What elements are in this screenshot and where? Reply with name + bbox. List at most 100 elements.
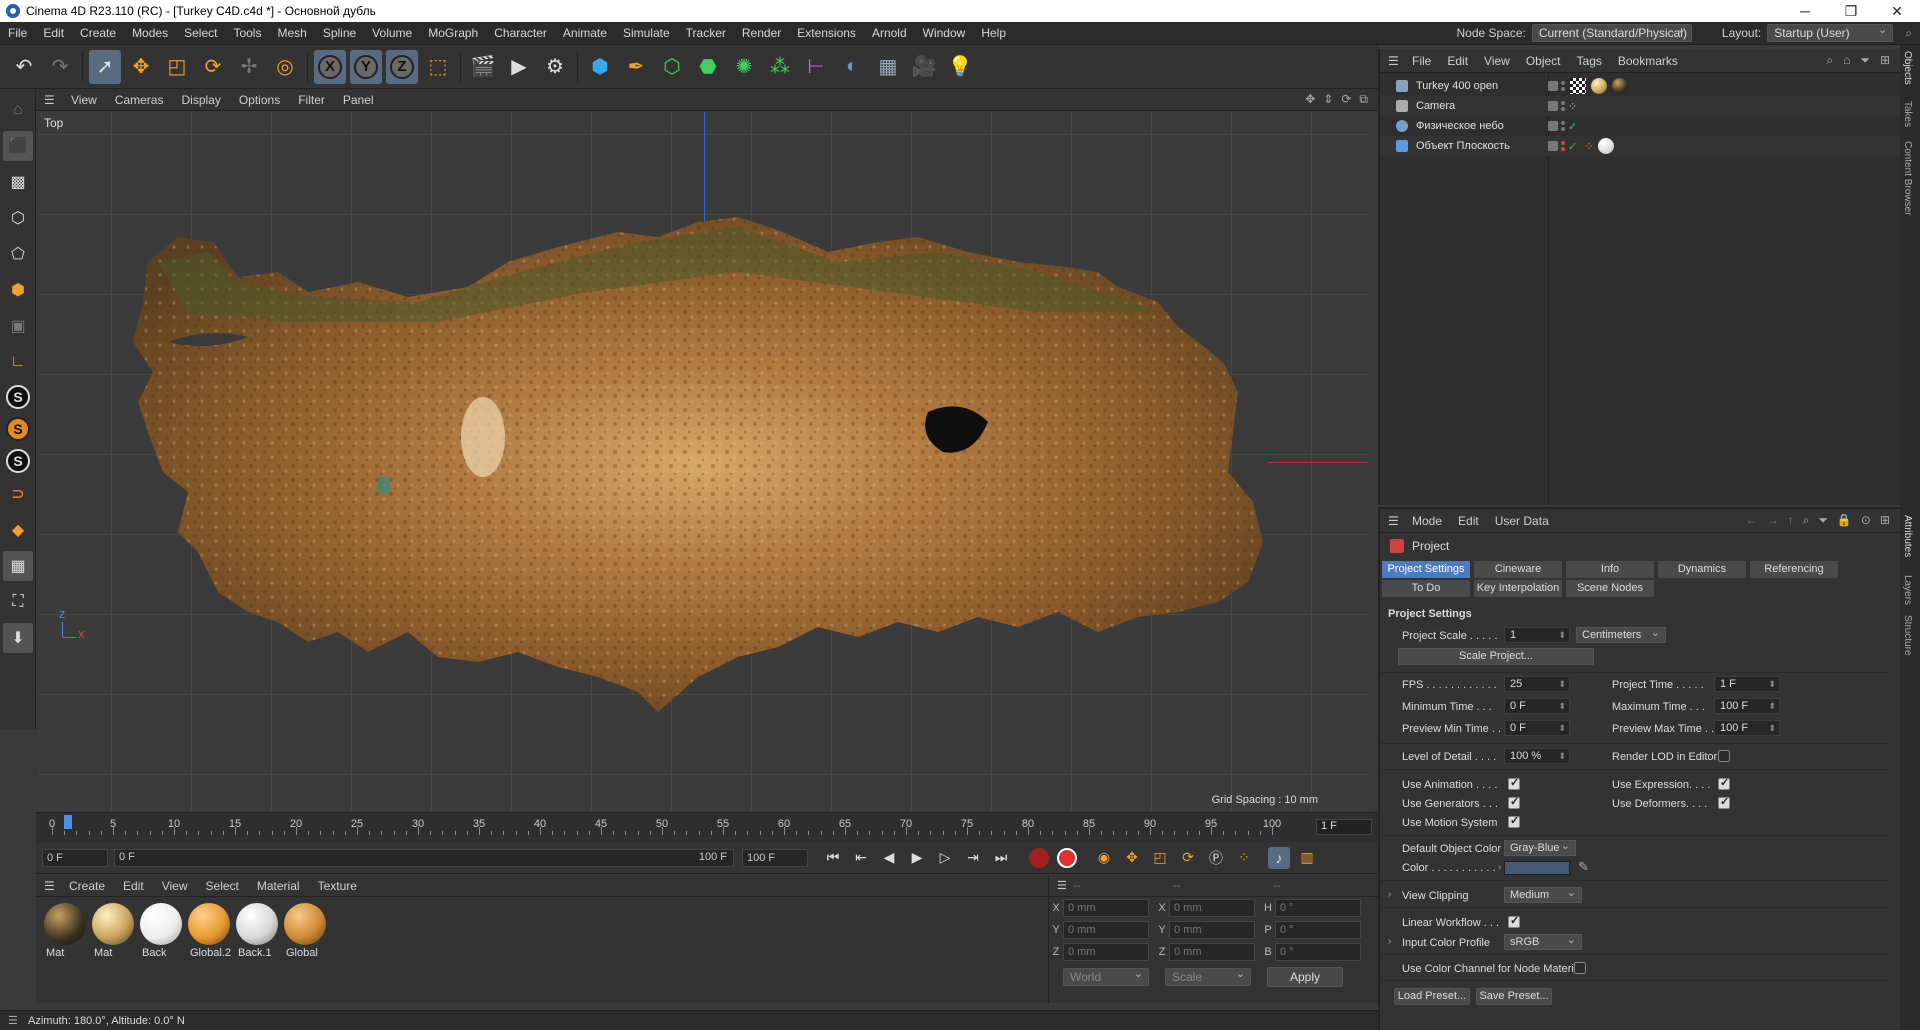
attribute-menu-icon[interactable]: ☰ (1388, 514, 1404, 528)
mat-menu-texture[interactable]: Texture (309, 879, 366, 893)
uv-mode-icon[interactable]: ▣ (3, 311, 33, 341)
forward-arrow-icon[interactable]: → (1767, 513, 1779, 528)
vp-menu-filter[interactable]: Filter (289, 93, 334, 107)
filter-icon[interactable]: ⏷ (1860, 53, 1870, 68)
timeline[interactable]: 0 5 10 15 20 25 30 35 40 45 50 55 60 65 70 75 80 85 90 95 10… (36, 812, 1378, 842)
menu-create[interactable]: Create (72, 26, 124, 40)
soft-selection-icon[interactable]: S (6, 417, 30, 441)
search-icon[interactable]: ⌕ (1826, 53, 1833, 68)
visibility-toggle[interactable] (1561, 81, 1565, 91)
move-tool-icon[interactable]: ✥ (125, 50, 157, 84)
edges-mode-icon[interactable]: ⬠ (3, 239, 33, 269)
vp-menu-cameras[interactable]: Cameras (106, 93, 173, 107)
next-frame-icon[interactable]: ▷ (934, 847, 956, 869)
default-object-color-dropdown[interactable]: Gray-Blue (1504, 839, 1576, 856)
workplane-icon[interactable]: ◆ (3, 515, 33, 545)
menu-arnold[interactable]: Arnold (864, 26, 915, 40)
search-icon[interactable]: ⌕ (1803, 513, 1810, 528)
menu-window[interactable]: Window (915, 26, 974, 40)
menu-tracker[interactable]: Tracker (678, 26, 734, 40)
use-generators-checkbox[interactable] (1508, 795, 1520, 809)
solo-icon[interactable]: ⬇ (3, 623, 33, 653)
timeline-window-icon[interactable]: ♪ (1268, 846, 1290, 869)
transform-tool-icon[interactable]: ✢ (233, 50, 265, 84)
key-scale-icon[interactable]: ◰ (1149, 847, 1171, 869)
material-swatch[interactable]: Back (138, 901, 184, 965)
tab-attributes[interactable]: Attributes (1902, 515, 1913, 557)
new-panel-icon[interactable]: ⊞ (1880, 53, 1890, 68)
object-row-plane[interactable]: Объект Плоскость ✓ ⁘ (1380, 136, 1902, 156)
attr-menu-user-data[interactable]: User Data (1487, 514, 1557, 528)
menu-file[interactable]: File (0, 26, 35, 40)
new-panel-icon[interactable]: ⊞ (1880, 513, 1890, 528)
view-clipping-expand-icon[interactable]: › (1388, 889, 1391, 900)
field-icon[interactable]: ◐ (836, 50, 868, 84)
menu-render[interactable]: Render (734, 26, 789, 40)
mat-menu-edit[interactable]: Edit (114, 879, 153, 893)
size-mode-dropdown[interactable]: Scale (1165, 967, 1251, 986)
menu-select[interactable]: Select (176, 26, 225, 40)
menu-mograph[interactable]: MoGraph (420, 26, 486, 40)
layer-icon[interactable] (1548, 101, 1558, 111)
material-swatch[interactable]: Back.1 (234, 901, 280, 965)
attr-menu-mode[interactable]: Mode (1404, 514, 1450, 528)
lod-field[interactable]: 100 % (1504, 748, 1570, 764)
tab-dynamics[interactable]: Dynamics (1658, 561, 1746, 578)
tab-key-interpolation[interactable]: Key Interpolation (1474, 580, 1562, 597)
select-tool-icon[interactable]: ➚ (89, 49, 121, 84)
coordinate-space-dropdown[interactable]: World (1063, 967, 1149, 986)
tab-objects[interactable]: Objects (1902, 51, 1913, 85)
snap-icon[interactable]: S (6, 385, 30, 409)
displacer-tag-icon[interactable]: ⁘ (1584, 140, 1593, 153)
obj-menu-edit[interactable]: Edit (1439, 54, 1476, 68)
layer-icon[interactable] (1548, 81, 1558, 91)
viewport-menu-icon[interactable]: ☰ (44, 93, 62, 107)
color-expand-icon[interactable]: › (1498, 862, 1501, 873)
move-view-icon[interactable]: ✥ (1305, 92, 1315, 107)
minimize-button[interactable]: ─ (1782, 3, 1828, 19)
menu-mesh[interactable]: Mesh (269, 26, 314, 40)
prev-key-icon[interactable]: ⇤ (850, 847, 872, 869)
material-menu-icon[interactable]: ☰ (44, 879, 60, 893)
object-row-physical-sky[interactable]: Физическое небо ✓ (1380, 116, 1902, 136)
project-scale-field[interactable]: 1 (1504, 627, 1570, 643)
z-axis-lock-icon[interactable]: Z (386, 49, 418, 84)
vp-menu-options[interactable]: Options (230, 93, 289, 107)
tab-layers[interactable]: Layers (1902, 575, 1913, 605)
input-color-profile-dropdown[interactable]: sRGB (1504, 933, 1582, 950)
layer-icon[interactable] (1548, 121, 1558, 131)
render-settings-icon[interactable]: ⚙ (539, 50, 571, 84)
key-parameter-icon[interactable]: Ⓟ (1205, 847, 1227, 869)
tab-cineware[interactable]: Cineware (1474, 561, 1562, 578)
y-axis-lock-icon[interactable]: Y (350, 49, 382, 84)
menu-simulate[interactable]: Simulate (615, 26, 678, 40)
material-tag-icon[interactable] (1591, 78, 1607, 94)
project-time-field[interactable]: 1 F (1714, 676, 1780, 692)
position-y-field[interactable]: 0 mm (1063, 921, 1149, 939)
prev-frame-icon[interactable]: ◀ (878, 847, 900, 869)
menu-extensions[interactable]: Extensions (789, 26, 864, 40)
preview-min-time-field[interactable]: 0 F (1504, 720, 1570, 736)
keyframe-selection-icon[interactable]: ◉ (1093, 847, 1115, 869)
material-swatch[interactable]: Global (282, 901, 328, 965)
material-tag-icon[interactable] (1598, 138, 1615, 154)
obj-menu-view[interactable]: View (1476, 54, 1518, 68)
scale-project-button[interactable]: Scale Project... (1398, 648, 1594, 665)
obj-menu-tags[interactable]: Tags (1569, 54, 1610, 68)
redo-icon[interactable]: ↷ (44, 50, 76, 84)
menu-edit[interactable]: Edit (35, 26, 72, 40)
search-icon[interactable]: ⌕ (1905, 26, 1912, 41)
enabled-check-icon[interactable]: ✓ (1568, 140, 1577, 153)
maximum-time-field[interactable]: 100 F (1714, 698, 1780, 714)
next-key-icon[interactable]: ⇥ (962, 847, 984, 869)
camera-icon[interactable]: 🎥 (908, 50, 940, 84)
texture-tag-icon[interactable] (1570, 78, 1586, 94)
coordinate-system-icon[interactable]: ⬚ (422, 50, 454, 84)
magnet-icon[interactable]: ⊃ (3, 479, 33, 509)
mograph-icon[interactable]: ⁂ (764, 50, 796, 84)
rotation-h-field[interactable]: 0 ° (1275, 899, 1361, 917)
close-button[interactable]: ✕ (1874, 3, 1920, 20)
goto-end-icon[interactable]: ⏭ (990, 847, 1012, 869)
material-swatch[interactable]: Mat (90, 901, 136, 965)
visibility-toggle[interactable] (1561, 121, 1565, 131)
